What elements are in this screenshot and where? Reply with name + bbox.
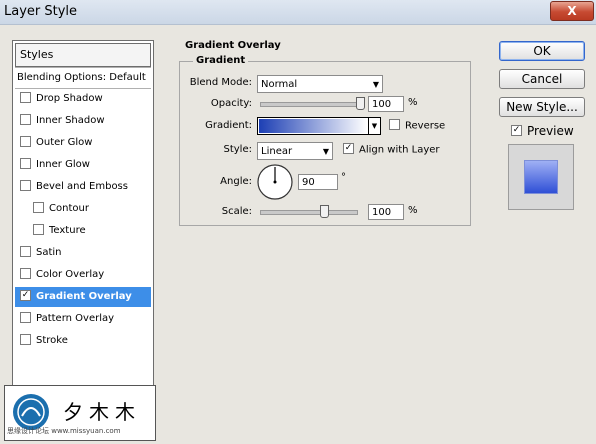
style-value: Linear bbox=[261, 146, 293, 157]
close-button[interactable]: X bbox=[550, 1, 594, 21]
gradient-label: Gradient: bbox=[205, 120, 252, 131]
style-item-label: Outer Glow bbox=[36, 137, 93, 148]
watermark-badge: 夕木木 思缘设计论坛 www.missyuan.com bbox=[4, 385, 156, 441]
angle-dial[interactable] bbox=[256, 163, 294, 201]
style-item-label: Inner Shadow bbox=[36, 115, 105, 126]
style-item-color-overlay[interactable]: Color Overlay bbox=[15, 265, 151, 285]
watermark-footer: 思缘设计论坛 www.missyuan.com bbox=[7, 427, 121, 435]
style-item-label: Color Overlay bbox=[36, 269, 105, 280]
style-item-label: Texture bbox=[49, 225, 86, 236]
chevron-down-icon: ▼ bbox=[322, 147, 329, 156]
styles-list: Styles Blending Options: Default Drop Sh… bbox=[12, 40, 154, 402]
style-select[interactable]: Linear ▼ bbox=[257, 142, 333, 160]
style-item-checkbox[interactable] bbox=[20, 179, 31, 191]
style-item-label: Satin bbox=[36, 247, 62, 258]
opacity-slider-track[interactable] bbox=[260, 102, 362, 107]
style-item-inner-glow[interactable]: Inner Glow bbox=[15, 155, 151, 175]
opacity-slider-thumb[interactable] bbox=[356, 97, 365, 110]
opacity-input[interactable]: 100 bbox=[368, 96, 404, 112]
chevron-down-icon: ▼ bbox=[372, 80, 379, 89]
style-item-stroke[interactable]: Stroke bbox=[15, 331, 151, 351]
title-bar: Layer Style X bbox=[0, 0, 596, 25]
style-item-label: Drop Shadow bbox=[36, 93, 103, 104]
angle-dial-center bbox=[273, 180, 277, 184]
style-item-label: Contour bbox=[49, 203, 89, 214]
style-item-pattern-overlay[interactable]: Pattern Overlay bbox=[15, 309, 151, 329]
style-item-checkbox[interactable] bbox=[20, 267, 31, 279]
blending-options-label: Blending Options: Default bbox=[17, 72, 146, 83]
angle-input[interactable]: 90 bbox=[298, 174, 338, 190]
scale-input[interactable]: 100 bbox=[368, 204, 404, 220]
style-item-label: Stroke bbox=[36, 335, 68, 346]
style-item-inner-shadow[interactable]: Inner Shadow bbox=[15, 111, 151, 131]
align-checkbox[interactable]: ✓ Align with Layer bbox=[343, 143, 440, 156]
gradient-dropdown-button[interactable]: ▼ bbox=[368, 118, 380, 134]
style-item-label: Pattern Overlay bbox=[36, 313, 115, 324]
align-label: Align with Layer bbox=[359, 144, 440, 156]
ok-button[interactable]: OK bbox=[499, 41, 585, 61]
style-item-bevel-and-emboss[interactable]: Bevel and Emboss bbox=[15, 177, 151, 197]
scale-label: Scale: bbox=[221, 206, 252, 217]
gradient-swatch[interactable] bbox=[259, 119, 367, 133]
preview-box bbox=[508, 144, 574, 210]
style-item-checkbox[interactable] bbox=[20, 157, 31, 169]
style-item-label: Inner Glow bbox=[36, 159, 90, 170]
style-item-checkbox[interactable] bbox=[20, 333, 31, 345]
style-item-label: Bevel and Emboss bbox=[36, 181, 128, 192]
preview-label: Preview bbox=[527, 124, 574, 138]
opacity-label: Opacity: bbox=[210, 98, 252, 109]
style-item-checkbox[interactable] bbox=[20, 91, 31, 103]
style-item-checkbox[interactable] bbox=[20, 245, 31, 257]
style-item-texture[interactable]: Texture bbox=[15, 221, 151, 241]
blend-mode-select[interactable]: Normal ▼ bbox=[257, 75, 383, 93]
reverse-checkbox[interactable]: Reverse bbox=[389, 119, 446, 132]
style-item-outer-glow[interactable]: Outer Glow bbox=[15, 133, 151, 153]
reverse-checkbox-box[interactable] bbox=[389, 119, 400, 130]
blending-options-item[interactable]: Blending Options: Default bbox=[15, 67, 151, 89]
align-checkbox-box[interactable]: ✓ bbox=[343, 143, 354, 154]
reverse-label: Reverse bbox=[405, 120, 446, 132]
scale-percent: % bbox=[408, 205, 418, 216]
angle-label: Angle: bbox=[220, 176, 252, 187]
style-label: Style: bbox=[223, 144, 253, 155]
style-item-checkbox[interactable]: ✓ bbox=[20, 289, 31, 301]
scale-slider-track[interactable] bbox=[260, 210, 358, 215]
styles-header[interactable]: Styles bbox=[15, 43, 151, 67]
style-item-checkbox[interactable] bbox=[20, 135, 31, 147]
cancel-button[interactable]: Cancel bbox=[499, 69, 585, 89]
style-item-satin[interactable]: Satin bbox=[15, 243, 151, 263]
style-item-contour[interactable]: Contour bbox=[15, 199, 151, 219]
angle-degree-sign: ° bbox=[341, 172, 346, 183]
style-item-gradient-overlay[interactable]: ✓ Gradient Overlay bbox=[15, 287, 151, 307]
new-style-button[interactable]: New Style... bbox=[499, 97, 585, 117]
blend-mode-value: Normal bbox=[261, 79, 298, 90]
style-item-drop-shadow[interactable]: Drop Shadow bbox=[15, 89, 151, 109]
style-item-checkbox[interactable] bbox=[33, 223, 44, 235]
gradient-picker[interactable]: ▼ bbox=[257, 117, 381, 135]
style-item-checkbox[interactable] bbox=[20, 113, 31, 125]
preview-swatch bbox=[525, 161, 557, 193]
scale-slider-thumb[interactable] bbox=[320, 205, 329, 218]
close-icon: X bbox=[567, 4, 577, 18]
preview-checkbox[interactable]: ✓ Preview bbox=[511, 124, 574, 138]
style-item-checkbox[interactable] bbox=[20, 311, 31, 323]
style-item-checkbox[interactable] bbox=[33, 201, 44, 213]
group-title: Gradient bbox=[193, 55, 249, 66]
opacity-percent: % bbox=[408, 97, 418, 108]
section-title: Gradient Overlay bbox=[185, 40, 281, 51]
preview-checkbox-box[interactable]: ✓ bbox=[511, 125, 522, 136]
chevron-down-icon: ▼ bbox=[371, 122, 378, 130]
blend-mode-label: Blend Mode: bbox=[189, 77, 252, 88]
window-title: Layer Style bbox=[4, 4, 78, 19]
style-item-label: Gradient Overlay bbox=[36, 291, 132, 302]
watermark-brand: 夕木木 bbox=[63, 400, 141, 424]
